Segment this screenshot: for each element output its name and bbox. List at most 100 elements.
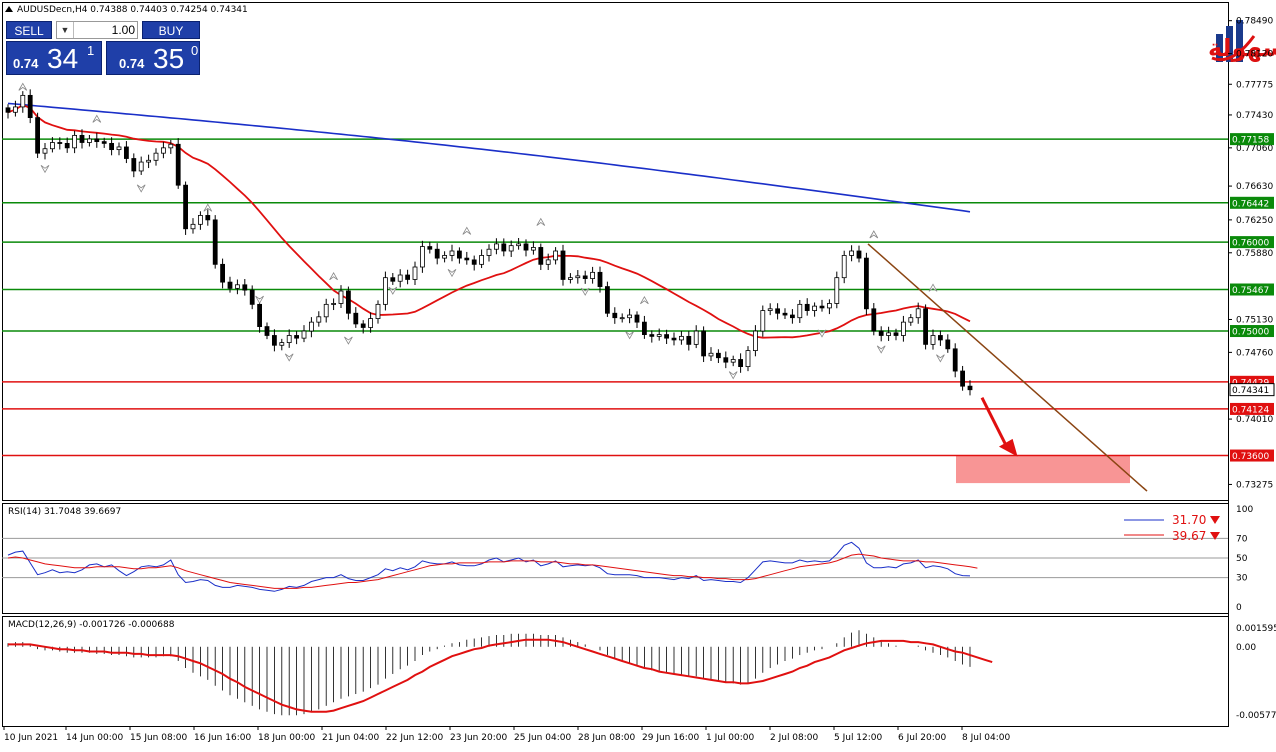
rsi-label: RSI(14) 31.7048 39.6697 (8, 507, 121, 517)
candle-body (886, 332, 891, 336)
candle-body (738, 359, 743, 368)
panel-frame (2, 616, 1229, 727)
target-zone (956, 455, 1130, 484)
candle-body (878, 330, 884, 336)
candle-body (960, 370, 965, 387)
one-click-trading-panel: SELL ▼ 1.00 BUY 0.74 34 1 0.74 35 0 (6, 21, 200, 76)
candle-body (279, 342, 285, 346)
macd-tick-label: 0.00 (1236, 643, 1256, 653)
candle-body (619, 317, 625, 320)
candle-body (649, 334, 655, 337)
candle-body (664, 334, 669, 339)
sell-price-sup: 1 (87, 43, 95, 58)
candle-body (856, 250, 862, 259)
candle-body (138, 161, 144, 172)
candle-body (693, 330, 699, 345)
candle-body (442, 255, 448, 259)
time-label: 2 Jul 08:00 (770, 733, 819, 743)
candle-body (938, 335, 943, 341)
candle-body (242, 284, 248, 291)
candle-body (508, 245, 514, 252)
candle-body (271, 335, 277, 346)
time-label: 21 Jun 04:00 (322, 733, 379, 743)
candle-body (264, 326, 270, 336)
macd-label: MACD(12,26,9) -0.001726 -0.000688 (8, 620, 175, 630)
candle-body (42, 148, 48, 154)
candle-body (760, 310, 766, 332)
candle-body (901, 321, 906, 336)
buy-price-sup: 0 (191, 43, 199, 58)
candle-body (323, 303, 329, 318)
candle-body (523, 243, 529, 251)
candle-body (819, 305, 825, 309)
candle-body (390, 277, 396, 282)
current-price-text: 0.74341 (1232, 386, 1269, 396)
candle-body (575, 275, 581, 279)
candle-body (286, 335, 292, 343)
candle-body (767, 308, 773, 311)
price-tick-label: 0.74760 (1236, 348, 1273, 358)
candle-body (797, 303, 803, 319)
candle-body (427, 246, 433, 250)
candle-body (775, 308, 780, 314)
buy-button[interactable]: BUY (142, 21, 200, 39)
candle-body (72, 134, 77, 149)
candle-body (197, 215, 203, 225)
level-tag-text: 0.76442 (1232, 199, 1269, 209)
candle-body (109, 142, 114, 151)
time-label: 10 Jun 2021 (4, 733, 58, 743)
candle-body (412, 266, 418, 280)
price-tick-label: 0.76630 (1236, 182, 1273, 192)
price-tick-label: 0.73275 (1236, 480, 1273, 490)
price-tick-label: 0.77775 (1236, 80, 1273, 90)
lot-size-field[interactable]: ▼ 1.00 (56, 21, 138, 39)
candle-body (464, 257, 470, 261)
buy-quote[interactable]: 0.74 35 0 (106, 41, 200, 75)
chart-window: AUDUSDecn,H4 0.74388 0.74403 0.74254 0.7… (0, 0, 1276, 748)
time-label: 6 Jul 20:00 (898, 733, 947, 743)
price-tick-label: 0.78120 (1236, 50, 1273, 60)
rsi-tick-label: 70 (1236, 534, 1248, 544)
symbol-header: AUDUSDecn,H4 0.74388 0.74403 0.74254 0.7… (17, 5, 248, 15)
candle-body (671, 337, 677, 341)
candle-body (930, 335, 936, 345)
candle-body (479, 255, 485, 265)
time-label: 8 Jul 04:00 (962, 733, 1011, 743)
candle-body (605, 286, 610, 314)
lot-dropdown-icon[interactable]: ▼ (57, 22, 74, 38)
level-tag-text: 0.75000 (1232, 328, 1269, 338)
time-label: 14 Jun 00:00 (66, 733, 123, 743)
candle-body (368, 318, 374, 328)
price-tick-label: 0.77430 (1236, 111, 1273, 121)
candle-body (782, 312, 788, 316)
candle-body (101, 141, 107, 144)
price-tick-label: 0.75130 (1236, 315, 1273, 325)
time-label: 22 Jun 12:00 (386, 733, 443, 743)
candle-body (545, 259, 551, 265)
candle-body (908, 317, 914, 323)
candle-body (405, 274, 411, 280)
sell-quote[interactable]: 0.74 34 1 (6, 41, 102, 75)
rsi-legend-value-blue: 31.70 (1172, 513, 1206, 527)
candle-body (397, 274, 403, 282)
level-tag-text: 0.75467 (1232, 286, 1269, 296)
candle-body (234, 284, 240, 289)
candle-body (12, 106, 18, 113)
candle-body (679, 335, 684, 341)
candle-body (375, 303, 381, 319)
time-label: 1 Jul 00:00 (706, 733, 755, 743)
candle-body (915, 308, 921, 319)
macd-tick-label: 0.001595 (1236, 624, 1276, 634)
candle-body (841, 255, 847, 279)
sell-button[interactable]: SELL (6, 21, 52, 39)
candle-body (308, 321, 314, 332)
time-label: 18 Jun 00:00 (258, 733, 315, 743)
candle-body (493, 243, 499, 250)
chart-canvas[interactable]: AUDUSDecn,H4 0.74388 0.74403 0.74254 0.7… (0, 0, 1276, 748)
candle-body (538, 247, 544, 265)
candle-body (634, 314, 640, 323)
candle-body (804, 303, 810, 311)
sell-price-prefix: 0.74 (13, 56, 39, 71)
candle-body (656, 334, 662, 337)
candle-body (642, 321, 647, 335)
